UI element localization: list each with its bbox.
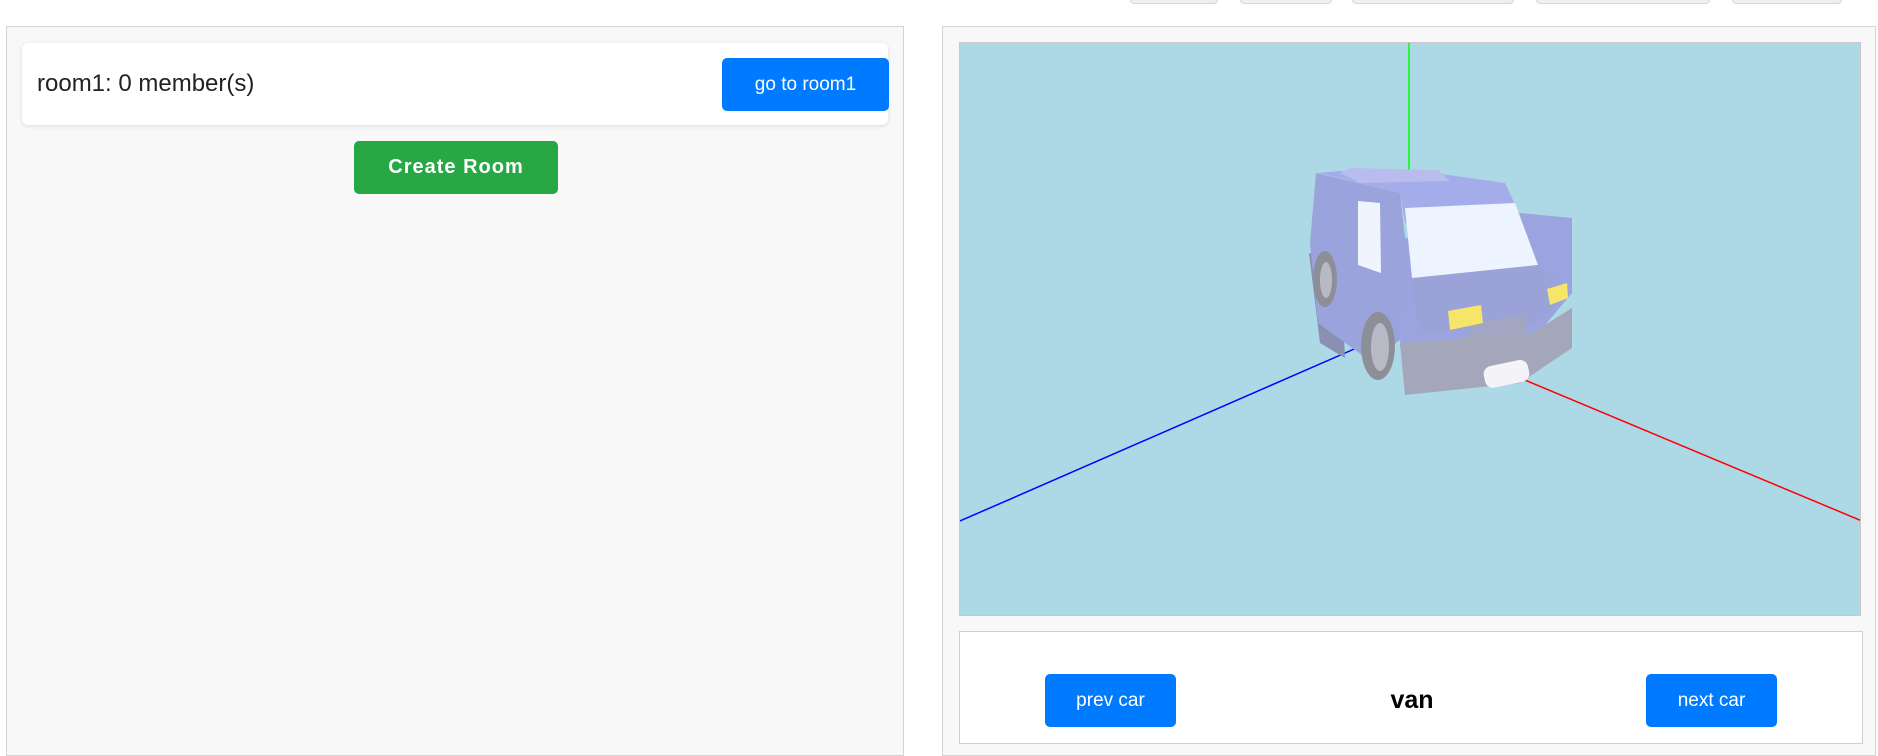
z-axis-line xyxy=(960,342,1369,522)
top-tab-5[interactable] xyxy=(1732,0,1842,4)
top-tab-3[interactable] xyxy=(1352,0,1514,4)
room-card: room1: 0 member(s) go to room1 xyxy=(22,43,889,125)
windshield xyxy=(1405,203,1538,278)
prev-car-button[interactable]: prev car xyxy=(1045,674,1176,727)
front-wheel-hub xyxy=(1371,323,1389,371)
car-3d-viewport[interactable] xyxy=(959,42,1861,616)
van-model xyxy=(1309,168,1572,395)
top-tab-2[interactable] xyxy=(1240,0,1332,4)
room-label: room1: 0 member(s) xyxy=(37,70,255,97)
car-selector: prev car van next car xyxy=(959,631,1863,744)
rooms-panel: room1: 0 member(s) go to room1 Create Ro… xyxy=(6,26,904,756)
top-tab-4[interactable] xyxy=(1536,0,1710,4)
create-room-button[interactable]: Create Room xyxy=(354,141,558,194)
x-axis-line xyxy=(1519,377,1860,521)
go-to-room-button[interactable]: go to room1 xyxy=(722,58,889,111)
roof-rack xyxy=(1340,168,1450,183)
side-window xyxy=(1358,201,1381,273)
rear-wheel-hub xyxy=(1320,262,1332,298)
next-car-button[interactable]: next car xyxy=(1646,674,1777,727)
top-tab-1[interactable] xyxy=(1130,0,1218,4)
car-viewer-panel: prev car van next car xyxy=(942,26,1876,756)
car-scene xyxy=(960,43,1860,522)
